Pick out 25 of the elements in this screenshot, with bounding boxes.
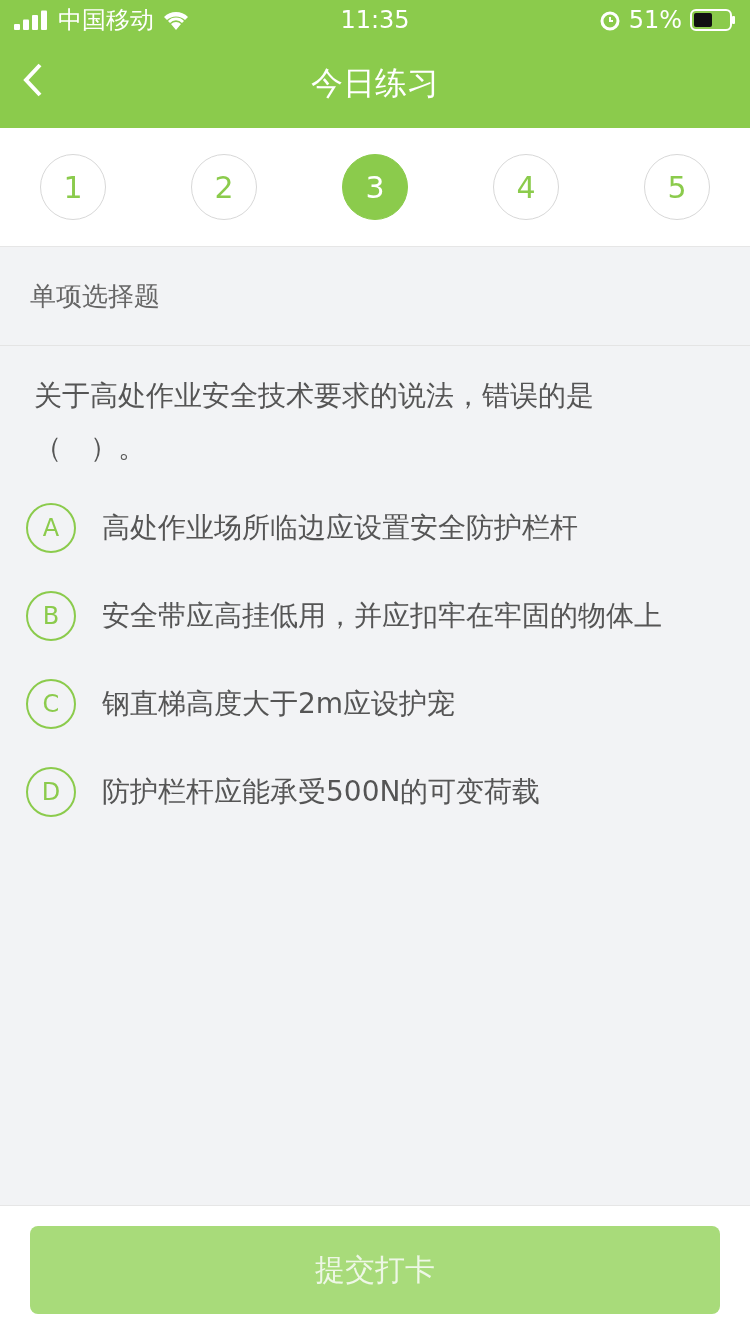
question-number-tab[interactable]: 4 (493, 154, 559, 220)
question-number-tab[interactable]: 1 (40, 154, 106, 220)
signal-icon (14, 10, 50, 30)
option-text[interactable]: 安全带应高挂低用，并应扣牢在牢固的物体上 (102, 597, 662, 635)
question-number-tab[interactable]: 2 (191, 154, 257, 220)
option-letter[interactable]: C (26, 679, 76, 729)
question-text: 关于高处作业安全技术要求的说法，错误的是（ ）。 (33, 378, 595, 466)
battery-percent: 51% (628, 6, 682, 34)
wifi-icon (162, 9, 190, 31)
battery-icon (690, 9, 736, 31)
back-icon (22, 62, 44, 98)
option-letter[interactable]: A (26, 503, 76, 553)
option-letter[interactable]: B (26, 591, 76, 641)
carrier-name: 中国移动 (58, 5, 154, 36)
question-type: 单项选择题 (30, 279, 160, 313)
option-letter[interactable]: D (26, 767, 76, 817)
back-button[interactable] (22, 62, 44, 98)
option-text[interactable]: 钢直梯高度大于2m应设护宠 (102, 685, 456, 723)
option-text[interactable]: 防护栏杆应能承受500N的可变荷载 (102, 773, 541, 811)
clock-time: 11:35 (340, 6, 410, 34)
question-number-tab[interactable]: 5 (644, 154, 710, 220)
page-title: 今日练习 (311, 63, 439, 104)
question-number-tab[interactable]: 3 (342, 154, 408, 220)
option-text[interactable]: 高处作业场所临边应设置安全防护栏杆 (102, 509, 578, 547)
alarm-icon (598, 9, 621, 31)
